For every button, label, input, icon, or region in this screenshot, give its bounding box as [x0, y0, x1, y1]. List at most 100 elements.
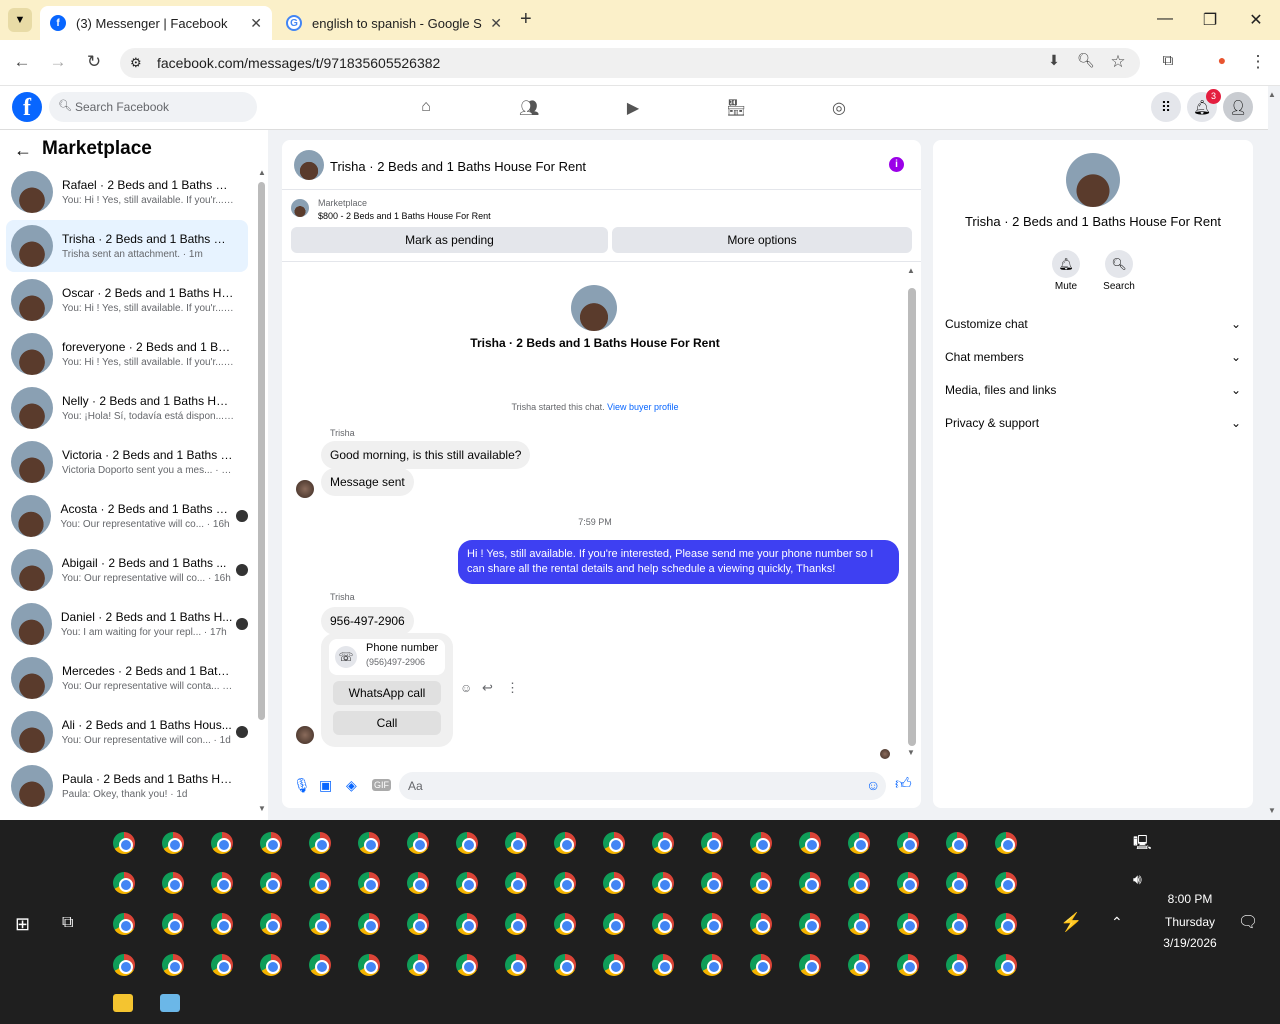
forward-icon[interactable]: →	[47, 52, 69, 72]
message-bubble[interactable]: Message sent	[321, 468, 414, 496]
chrome-taskbar-icon[interactable]	[260, 913, 282, 935]
profile-extension-icon[interactable]: ●	[1211, 52, 1233, 68]
bookmark-star-icon[interactable]: ☆	[1107, 52, 1129, 72]
chrome-taskbar-icon[interactable]	[211, 954, 233, 976]
whatsapp-call-button[interactable]: WhatsApp call	[333, 681, 441, 705]
chrome-taskbar-icon[interactable]	[652, 913, 674, 935]
chrome-taskbar-icon[interactable]	[799, 872, 821, 894]
windows-start-icon[interactable]: ⊞	[15, 914, 30, 935]
chrome-taskbar-icon[interactable]	[603, 954, 625, 976]
conversation-item[interactable]: foreveryone · 2 Beds and 1 Bath... You: …	[6, 328, 248, 380]
scrollbar[interactable]	[258, 182, 265, 720]
scroll-up-icon[interactable]: ▲	[258, 168, 266, 177]
close-tab-icon[interactable]: ✕	[490, 15, 502, 32]
profile-avatar[interactable]	[1066, 153, 1120, 207]
chrome-taskbar-icon[interactable]	[848, 954, 870, 976]
chrome-taskbar-icon[interactable]	[309, 913, 331, 935]
chrome-taskbar-icon[interactable]	[456, 832, 478, 854]
more-actions-icon[interactable]: ⋮	[506, 680, 519, 696]
chrome-taskbar-icon[interactable]	[505, 832, 527, 854]
chrome-taskbar-icon[interactable]	[554, 832, 576, 854]
close-window-icon[interactable]: ✕	[1246, 10, 1266, 30]
listing-thumbnail[interactable]	[291, 199, 309, 217]
chrome-taskbar-icon[interactable]	[995, 832, 1017, 854]
chat-avatar[interactable]	[294, 150, 324, 180]
chrome-taskbar-icon[interactable]	[946, 954, 968, 976]
chrome-taskbar-icon[interactable]	[750, 954, 772, 976]
message-bubble[interactable]: Good morning, is this still available?	[321, 441, 531, 469]
section-customize-chat[interactable]: Customize chat ⌄	[945, 317, 1241, 331]
outgoing-message-bubble[interactable]: Hi ! Yes, still available. If you're int…	[458, 540, 899, 584]
clock-date[interactable]: 3/19/2026	[1150, 936, 1230, 950]
chrome-taskbar-icon[interactable]	[505, 872, 527, 894]
network-icon[interactable]: 🖳︎	[1133, 832, 1152, 856]
chrome-taskbar-icon[interactable]	[260, 872, 282, 894]
chrome-taskbar-icon[interactable]	[113, 872, 135, 894]
message-input[interactable]: Aa ☺	[399, 772, 886, 800]
chrome-taskbar-icon[interactable]	[946, 913, 968, 935]
chrome-taskbar-icon[interactable]	[554, 954, 576, 976]
chrome-taskbar-icon[interactable]	[701, 954, 723, 976]
conversation-item[interactable]: Trisha · 2 Beds and 1 Baths Hou... Trish…	[6, 220, 248, 272]
chrome-taskbar-icon[interactable]	[162, 913, 184, 935]
conversation-item[interactable]: Paula · 2 Beds and 1 Baths Hous... Paula…	[6, 760, 248, 812]
chrome-taskbar-icon[interactable]	[799, 913, 821, 935]
minimize-icon[interactable]: —	[1155, 10, 1175, 28]
chrome-taskbar-icon[interactable]	[358, 913, 380, 935]
chrome-taskbar-icon[interactable]	[554, 913, 576, 935]
page-scroll-down-icon[interactable]: ▼	[1268, 806, 1276, 815]
chrome-taskbar-icon[interactable]	[309, 954, 331, 976]
chrome-taskbar-icon[interactable]	[162, 954, 184, 976]
tab-google[interactable]: G english to spanish - Google Sea ✕	[276, 6, 512, 40]
chat-title[interactable]: Trisha · 2 Beds and 1 Baths House For Re…	[330, 159, 586, 174]
chrome-taskbar-icon[interactable]	[407, 872, 429, 894]
chrome-taskbar-icon[interactable]	[603, 872, 625, 894]
chrome-taskbar-icon[interactable]	[897, 832, 919, 854]
chrome-taskbar-icon[interactable]	[456, 954, 478, 976]
chrome-taskbar-icon[interactable]	[848, 872, 870, 894]
microphone-icon[interactable]: 🎙︎	[293, 777, 311, 794]
chrome-taskbar-icon[interactable]	[652, 832, 674, 854]
restore-icon[interactable]: ❐	[1200, 10, 1220, 30]
conversation-item[interactable]: Abigail · 2 Beds and 1 Baths ... You: Ou…	[6, 544, 248, 596]
section-privacy-support[interactable]: Privacy & support ⌄	[945, 416, 1241, 430]
page-scroll-up-icon[interactable]: ▲	[1268, 90, 1276, 99]
conversation-item[interactable]: Mercedes · 2 Beds and 1 Baths ... You: O…	[6, 652, 248, 704]
notification-center-icon[interactable]: 🗨︎	[1238, 912, 1258, 932]
chrome-taskbar-icon[interactable]	[260, 954, 282, 976]
search-input[interactable]: 🔍︎ Search Facebook	[49, 92, 257, 122]
app-tray-icon[interactable]: ⚡	[1060, 912, 1082, 933]
close-tab-icon[interactable]: ✕	[250, 15, 262, 32]
install-app-icon[interactable]: ⬇	[1043, 52, 1065, 69]
chrome-taskbar-icon[interactable]	[211, 872, 233, 894]
search-chat-button[interactable]: 🔍︎	[1105, 250, 1133, 278]
tab-messenger[interactable]: f (3) Messenger | Facebook ✕	[40, 6, 272, 40]
chrome-taskbar-icon[interactable]	[848, 832, 870, 854]
sticker-icon[interactable]: ◈	[346, 777, 357, 794]
show-hidden-icons[interactable]: ⌃	[1111, 914, 1123, 931]
notepad-icon[interactable]	[160, 994, 180, 1012]
conversation-item[interactable]: Acosta · 2 Beds and 1 Baths H... You: Ou…	[6, 490, 248, 542]
react-emoji-icon[interactable]: ☺	[460, 681, 472, 695]
chrome-taskbar-icon[interactable]	[995, 954, 1017, 976]
chrome-taskbar-icon[interactable]	[358, 832, 380, 854]
task-view-icon[interactable]: ⧉	[62, 914, 73, 932]
listing-detail[interactable]: $800 - 2 Beds and 1 Baths House For Rent	[318, 211, 491, 221]
mark-as-pending-button[interactable]: Mark as pending	[291, 227, 608, 253]
scroll-up-icon[interactable]: ▲	[907, 266, 915, 275]
file-explorer-icon[interactable]	[113, 994, 133, 1012]
chrome-taskbar-icon[interactable]	[603, 913, 625, 935]
chrome-taskbar-icon[interactable]	[113, 832, 135, 854]
gif-icon[interactable]: GIF	[372, 779, 391, 791]
marketplace-icon[interactable]: 🏪︎	[726, 98, 746, 118]
section-chat-members[interactable]: Chat members ⌄	[945, 350, 1241, 364]
chrome-taskbar-icon[interactable]	[799, 954, 821, 976]
chrome-taskbar-icon[interactable]	[211, 913, 233, 935]
chrome-taskbar-icon[interactable]	[162, 832, 184, 854]
chrome-taskbar-icon[interactable]	[211, 832, 233, 854]
reply-icon[interactable]: ↩	[482, 680, 493, 696]
address-bar[interactable]: ⚙ facebook.com/messages/t/97183560552638…	[120, 48, 1140, 78]
back-icon[interactable]: ←	[11, 52, 33, 72]
chrome-taskbar-icon[interactable]	[799, 832, 821, 854]
chrome-taskbar-icon[interactable]	[750, 832, 772, 854]
